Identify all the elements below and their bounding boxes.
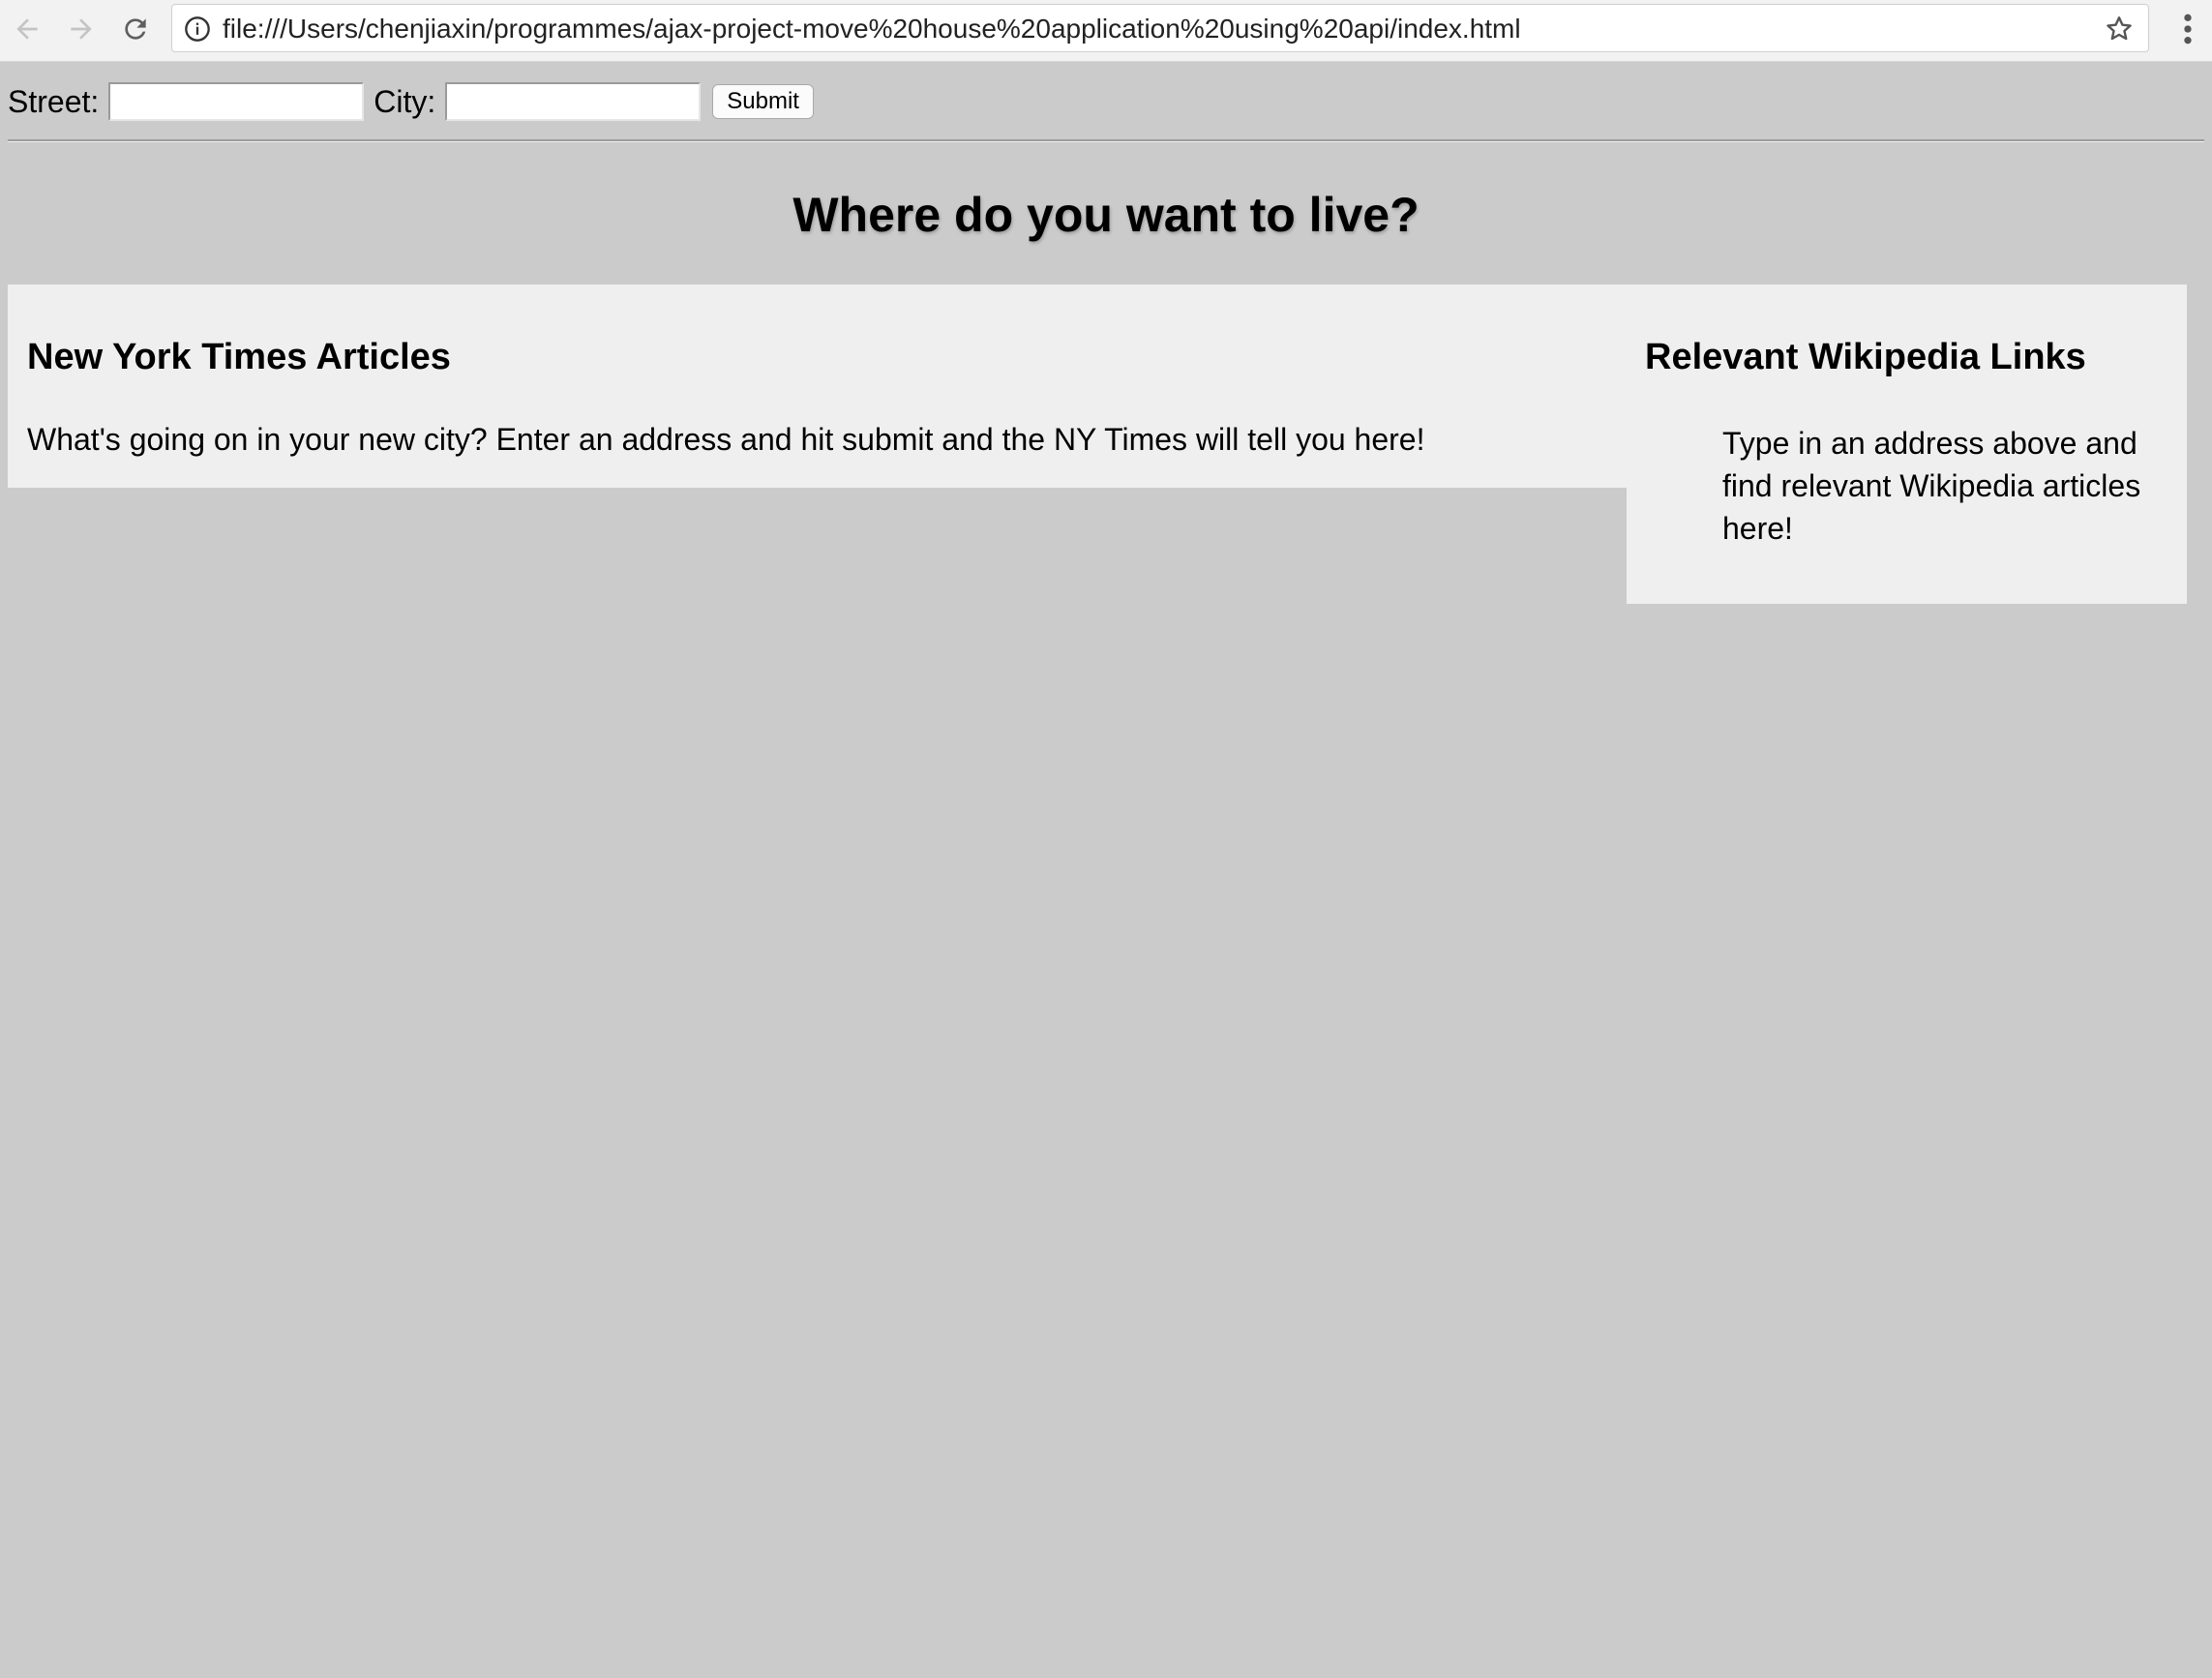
arrow-right-icon (71, 18, 92, 40)
page-title: Where do you want to live? (792, 188, 1420, 242)
wikipedia-panel: Relevant Wikipedia Links Type in an addr… (1627, 285, 2187, 604)
browser-toolbar: file:///Users/chenjiaxin/programmes/ajax… (0, 0, 2212, 62)
star-icon[interactable] (2104, 14, 2135, 45)
info-icon[interactable] (184, 15, 211, 43)
forward-button[interactable] (60, 8, 103, 50)
back-button[interactable] (6, 8, 48, 50)
divider (8, 139, 2204, 142)
city-input[interactable] (445, 82, 702, 121)
page-content: Street: City: Submit Where do you want t… (0, 63, 2212, 1678)
street-input[interactable] (108, 82, 365, 121)
nyt-placeholder-text: What's going on in your new city? Enter … (27, 422, 1425, 457)
address-form: Street: City: Submit (8, 80, 814, 123)
wikipedia-header: Relevant Wikipedia Links (1645, 337, 2086, 377)
submit-button[interactable]: Submit (712, 84, 814, 119)
city-label: City: (374, 83, 436, 119)
street-label: Street: (8, 83, 100, 119)
nyt-header: New York Times Articles (27, 337, 451, 377)
arrow-left-icon (16, 18, 38, 40)
wikipedia-placeholder-text: Type in an address above and find releva… (1722, 426, 2141, 546)
nyt-panel: New York Times Articles What's going on … (8, 285, 1628, 488)
reload-button[interactable] (114, 8, 157, 50)
address-bar[interactable]: file:///Users/chenjiaxin/programmes/ajax… (171, 4, 2149, 52)
url-text: file:///Users/chenjiaxin/programmes/ajax… (223, 14, 1521, 44)
kebab-menu-icon[interactable] (2173, 10, 2202, 48)
reload-icon (125, 18, 146, 40)
